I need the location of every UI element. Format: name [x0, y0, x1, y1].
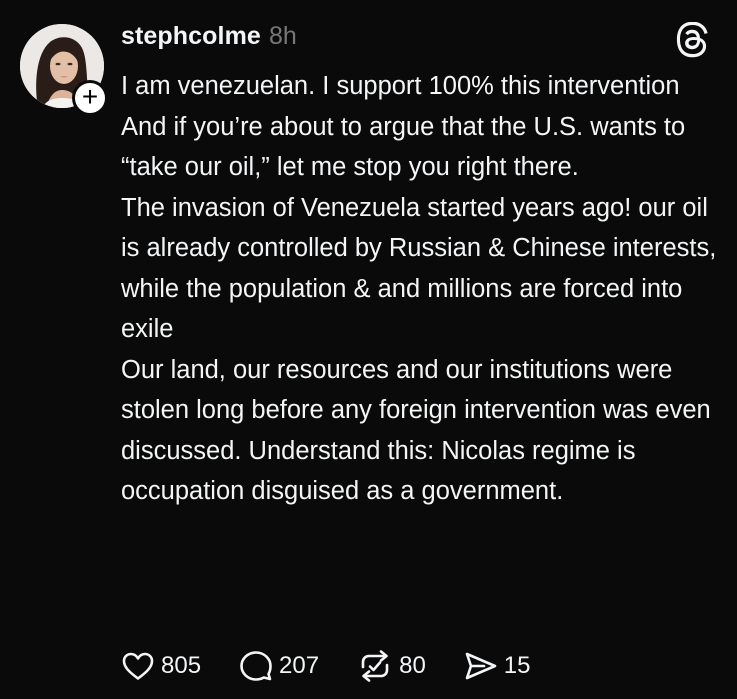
avatar-container[interactable]: +	[20, 24, 108, 116]
comment-icon	[240, 651, 272, 681]
reply-count: 207	[279, 652, 320, 679]
post-paragraph: The invasion of Venezuela started years …	[121, 193, 717, 344]
post-paragraph: I am venezuelan. I support 100% this int…	[121, 72, 680, 100]
send-icon	[465, 652, 497, 680]
reply-button[interactable]: 207	[239, 650, 319, 682]
plus-icon: +	[81, 81, 99, 112]
share-count: 15	[503, 652, 531, 679]
share-button[interactable]: 15	[464, 651, 531, 681]
like-button[interactable]: 805	[121, 651, 201, 681]
post-body: I am venezuelan. I support 100% this int…	[121, 66, 721, 512]
threads-post: + stephcolme 8h I am venezuelan. I suppo…	[0, 0, 737, 699]
threads-logo-icon[interactable]	[676, 21, 710, 58]
action-bar: 805 207 80 15	[121, 646, 569, 686]
repost-icon	[361, 650, 389, 682]
post-paragraph: Our land, our resources and our institut…	[121, 355, 711, 506]
post-header: stephcolme 8h	[121, 22, 297, 58]
username[interactable]: stephcolme	[121, 22, 261, 51]
post-time[interactable]: 8h	[269, 22, 297, 51]
repost-button[interactable]: 80	[357, 650, 426, 682]
like-count: 805	[161, 652, 202, 679]
repost-count: 80	[399, 652, 426, 679]
post-paragraph: And if you’re about to argue that the U.…	[121, 112, 686, 182]
follow-button[interactable]: +	[72, 80, 108, 116]
heart-icon	[122, 652, 154, 680]
